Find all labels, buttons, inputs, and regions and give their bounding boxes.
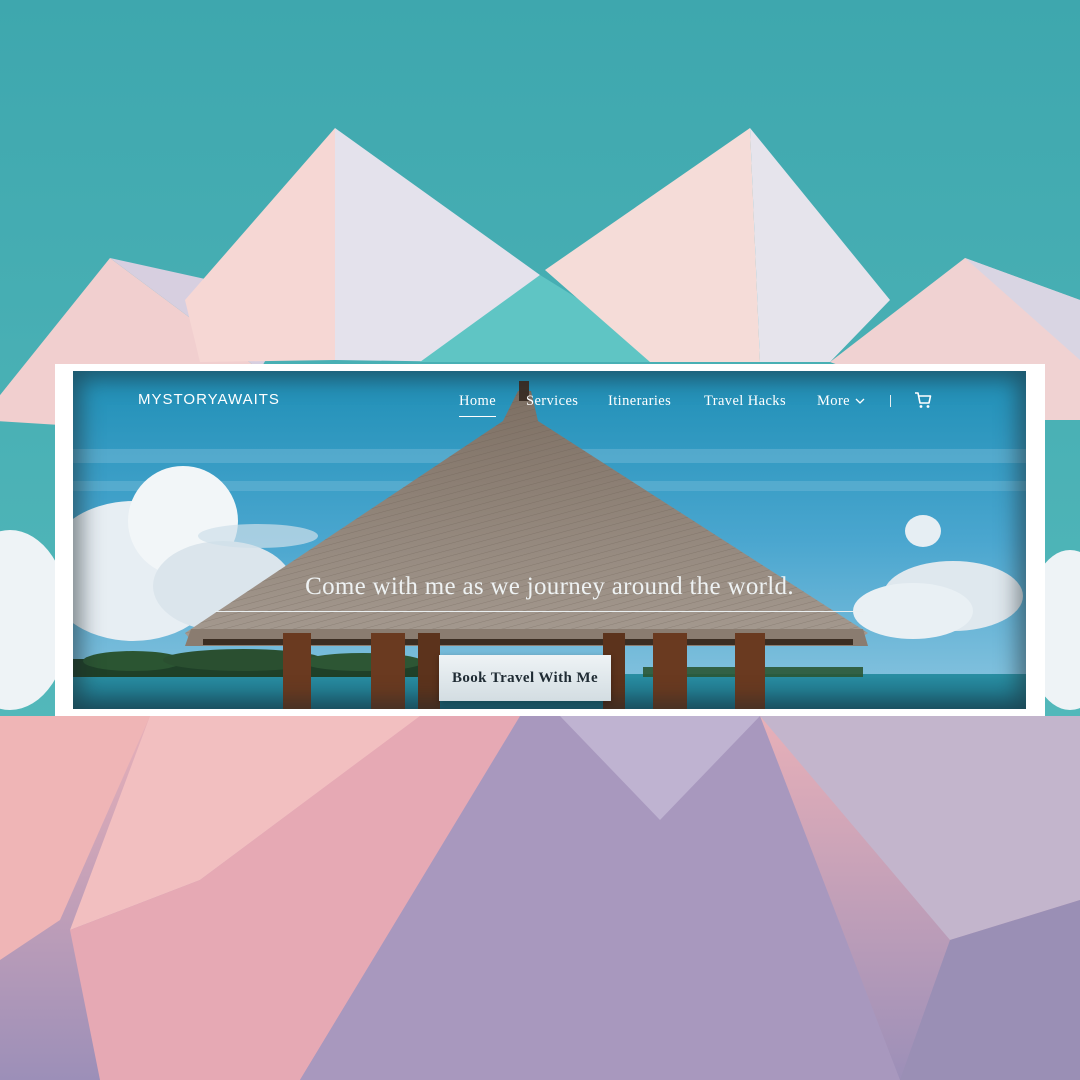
book-travel-button[interactable]: Book Travel With Me [439,655,611,701]
nav-item-travel-hacks[interactable]: Travel Hacks [704,393,786,410]
chevron-down-icon [855,393,865,410]
cart-icon[interactable] [914,391,932,409]
main-navigation: Home Services Itineraries Travel Hacks M… [73,393,1026,423]
website-hero-banner: MYSTORYAWAITS Home Services Itineraries … [73,371,1026,709]
hero-frame: MYSTORYAWAITS Home Services Itineraries … [55,364,1045,716]
hero-tagline: Come with me as we journey around the wo… [305,573,794,600]
nav-divider [890,395,891,407]
nav-item-home[interactable]: Home [459,393,497,417]
nav-item-services[interactable]: Services [526,393,578,410]
nav-item-more[interactable]: More [817,393,865,410]
tagline-underline [215,611,863,612]
nav-item-itineraries[interactable]: Itineraries [608,393,671,410]
nav-item-more-label: More [817,393,851,409]
